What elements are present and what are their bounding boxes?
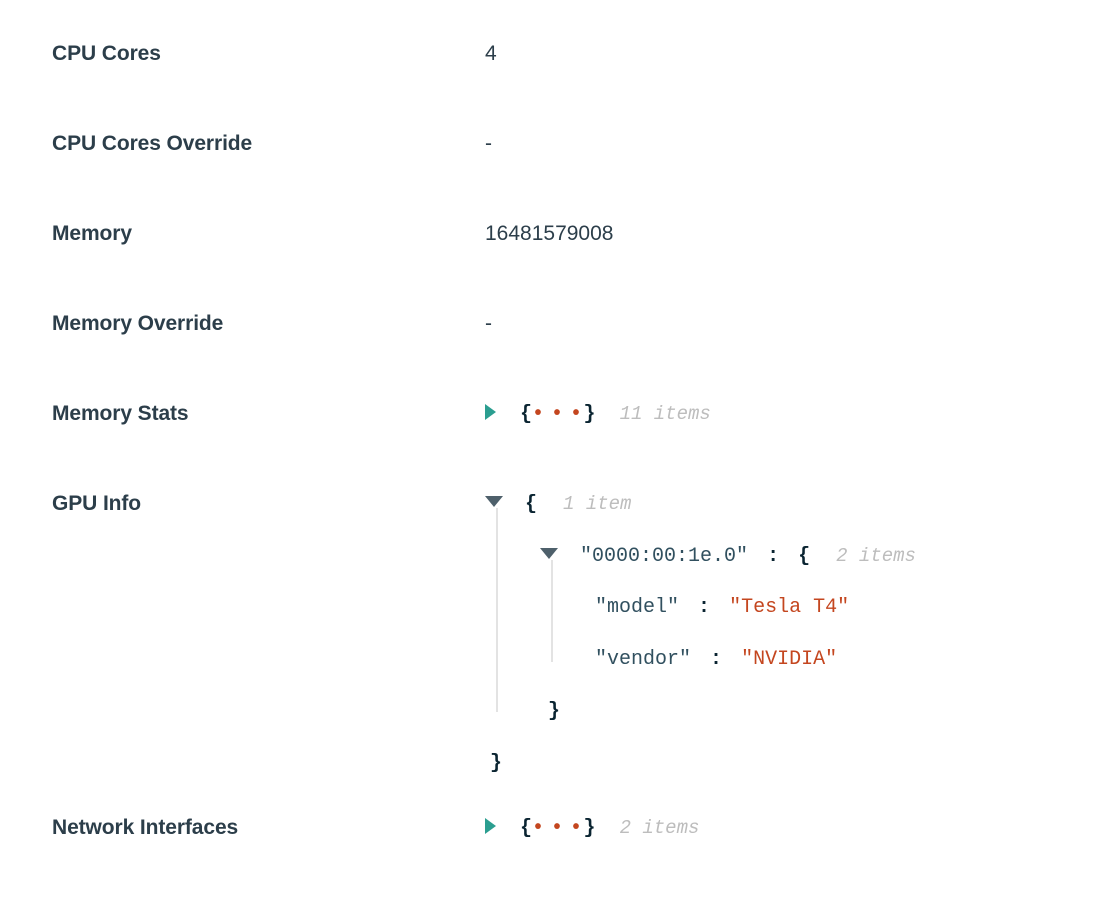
json-close-brace: } bbox=[583, 403, 596, 426]
detail-label-memory: Memory bbox=[52, 222, 132, 245]
json-colon: : bbox=[698, 596, 711, 619]
chevron-right-icon[interactable] bbox=[485, 403, 496, 420]
json-entry-vendor[interactable]: "vendor" : "NVIDIA" bbox=[485, 634, 916, 686]
detail-label-memory-override: Memory Override bbox=[52, 312, 224, 335]
detail-label-memory-stats: Memory Stats bbox=[52, 402, 189, 425]
json-item-count: 1 item bbox=[563, 493, 632, 515]
json-node-gpu-root[interactable]: { 1 item bbox=[485, 478, 916, 530]
detail-value-memory: 16481579008 bbox=[485, 222, 614, 245]
json-tree-network-interfaces: {• • •} 2 items bbox=[485, 815, 699, 841]
json-node-gpu-device[interactable]: "0000:00:1e.0" : { 2 items bbox=[485, 530, 916, 582]
json-key-device-address: "0000:00:1e.0" bbox=[580, 545, 749, 568]
chevron-down-icon[interactable] bbox=[485, 496, 503, 508]
json-value-vendor: "NVIDIA" bbox=[741, 648, 838, 671]
json-item-count: 2 items bbox=[836, 545, 916, 567]
json-item-count: 11 items bbox=[619, 403, 711, 425]
detail-label-gpu-info: GPU Info bbox=[52, 492, 142, 515]
json-node-memory-stats-root[interactable]: {• • •} 11 items bbox=[485, 401, 711, 427]
json-open-brace: { bbox=[520, 403, 533, 426]
json-entry-model[interactable]: "model" : "Tesla T4" bbox=[485, 582, 916, 634]
json-node-network-interfaces-root[interactable]: {• • •} 2 items bbox=[485, 815, 699, 841]
chevron-right-icon[interactable] bbox=[485, 817, 496, 834]
json-item-count: 2 items bbox=[619, 817, 700, 839]
json-close-gpu-device: } bbox=[485, 686, 916, 738]
json-open-brace: { bbox=[520, 817, 533, 840]
json-colon: : bbox=[767, 545, 780, 568]
json-open-brace: { bbox=[525, 493, 538, 516]
detail-label-cpu-cores-override: CPU Cores Override bbox=[52, 132, 253, 155]
json-value-model: "Tesla T4" bbox=[729, 596, 850, 619]
json-tree-memory-stats: {• • •} 11 items bbox=[485, 401, 711, 427]
json-close-brace: } bbox=[490, 752, 503, 775]
json-key-model: "model" bbox=[595, 596, 680, 619]
json-colon: : bbox=[710, 648, 723, 671]
host-resource-detail-list: CPU Cores 4 CPU Cores Override - Memory … bbox=[0, 0, 1112, 900]
detail-value-cpu-cores-override: - bbox=[485, 132, 492, 155]
json-open-brace: { bbox=[798, 545, 811, 568]
json-close-brace: } bbox=[548, 700, 561, 723]
chevron-down-icon[interactable] bbox=[540, 548, 558, 560]
detail-value-cpu-cores: 4 bbox=[485, 42, 497, 65]
json-ellipsis: • • • bbox=[532, 403, 584, 426]
json-close-brace: } bbox=[583, 817, 596, 840]
detail-value-memory-override: - bbox=[485, 312, 492, 335]
json-tree-gpu-info: { 1 item "0000:00:1e.0" : { 2 items "mod… bbox=[485, 478, 916, 790]
json-key-vendor: "vendor" bbox=[595, 648, 692, 671]
json-close-gpu-root: } bbox=[485, 738, 916, 790]
detail-label-cpu-cores: CPU Cores bbox=[52, 42, 161, 65]
detail-label-network-interfaces: Network Interfaces bbox=[52, 816, 239, 839]
json-ellipsis: • • • bbox=[532, 817, 584, 840]
